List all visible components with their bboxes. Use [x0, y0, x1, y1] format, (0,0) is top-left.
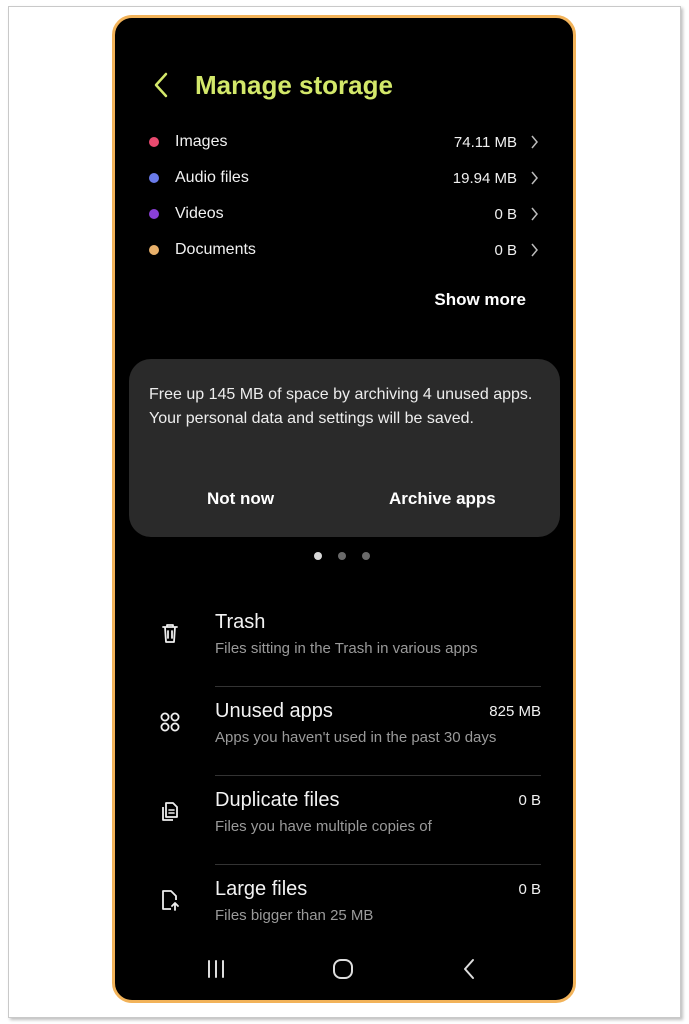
- archive-apps-button[interactable]: Archive apps: [389, 489, 496, 509]
- category-label: Videos: [175, 205, 224, 222]
- show-more-button[interactable]: Show more: [434, 290, 526, 310]
- color-dot: [149, 137, 159, 147]
- category-row-audio[interactable]: Audio files 19.94 MB: [145, 160, 545, 196]
- page-dot: [338, 552, 346, 560]
- item-title: Unused apps: [215, 700, 333, 722]
- category-label: Audio files: [175, 169, 249, 186]
- item-subtitle: Files you have multiple copies of: [215, 818, 432, 835]
- chevron-left-icon: [154, 72, 168, 98]
- apps-icon: [160, 712, 180, 732]
- navigation-bar: [115, 958, 573, 988]
- color-dot: [149, 245, 159, 255]
- home-icon[interactable]: [331, 958, 355, 980]
- chevron-right-icon: [531, 243, 538, 257]
- category-label: Images: [175, 133, 228, 150]
- storage-items-list: Trash Files sitting in the Trash in vari…: [115, 598, 573, 954]
- item-subtitle: Files sitting in the Trash in various ap…: [215, 640, 478, 657]
- duplicate-files-icon: [162, 802, 178, 821]
- phone-screen: Manage storage Images 74.11 MB Audio fil…: [112, 15, 576, 1003]
- list-item-duplicate-files[interactable]: Duplicate files Files you have multiple …: [115, 776, 573, 865]
- card-message: Free up 145 MB of space by archiving 4 u…: [149, 386, 533, 427]
- list-item-large-files[interactable]: Large files Files bigger than 25 MB 0 B: [115, 865, 573, 954]
- page-dot-active: [314, 552, 322, 560]
- category-row-documents[interactable]: Documents 0 B: [145, 232, 545, 268]
- chevron-right-icon: [531, 207, 538, 221]
- trash-icon: [162, 624, 178, 643]
- item-title: Large files: [215, 878, 308, 900]
- chevron-right-icon: [531, 135, 538, 149]
- header: Manage storage: [153, 68, 393, 102]
- category-size: 19.94 MB: [452, 169, 517, 187]
- not-now-button[interactable]: Not now: [207, 489, 274, 509]
- page-title: Manage storage: [195, 69, 393, 100]
- item-size: 825 MB: [489, 703, 541, 720]
- page-indicator: [314, 552, 370, 560]
- recents-icon[interactable]: [205, 958, 227, 980]
- list-item-trash[interactable]: Trash Files sitting in the Trash in vari…: [115, 598, 573, 687]
- color-dot: [149, 209, 159, 219]
- chevron-right-icon: [531, 171, 538, 185]
- back-nav-icon[interactable]: [461, 958, 477, 980]
- item-title: Trash: [215, 611, 266, 633]
- large-file-icon: [162, 890, 179, 911]
- item-subtitle: Files bigger than 25 MB: [215, 907, 374, 924]
- item-subtitle: Apps you haven't used in the past 30 day…: [215, 729, 497, 746]
- back-button[interactable]: [153, 68, 181, 102]
- category-size: 74.11 MB: [453, 133, 517, 151]
- page-dot: [362, 552, 370, 560]
- storage-category-list: Images 74.11 MB Audio files 19.94 MB Vid…: [145, 124, 545, 268]
- item-size: 0 B: [518, 792, 541, 809]
- category-row-images[interactable]: Images 74.11 MB: [145, 124, 545, 160]
- item-title: Duplicate files: [215, 789, 340, 811]
- category-row-videos[interactable]: Videos 0 B: [145, 196, 545, 232]
- archive-suggestion-card: Free up 145 MB of space by archiving 4 u…: [129, 359, 560, 537]
- category-size: 0 B: [494, 241, 517, 259]
- list-item-unused-apps[interactable]: Unused apps Apps you haven't used in the…: [115, 687, 573, 776]
- color-dot: [149, 173, 159, 183]
- item-size: 0 B: [518, 881, 541, 898]
- category-size: 0 B: [494, 205, 517, 223]
- category-label: Documents: [175, 241, 256, 258]
